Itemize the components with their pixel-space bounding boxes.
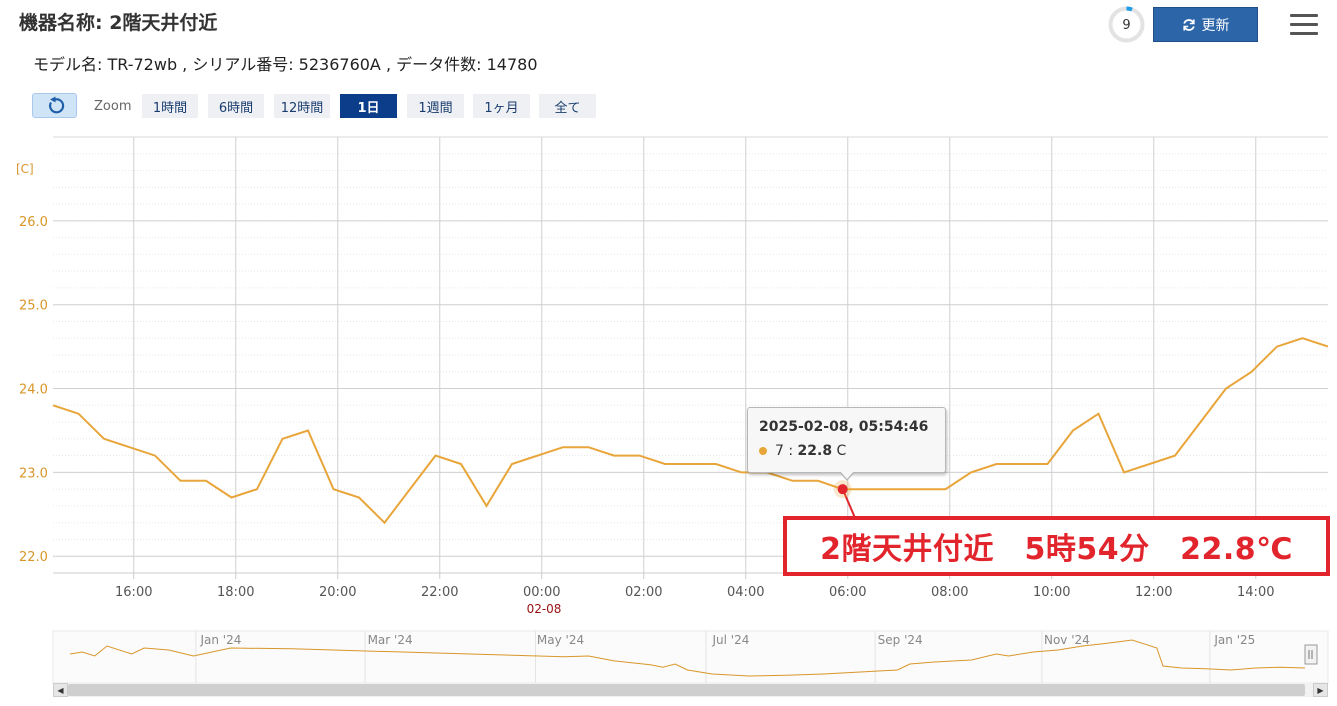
device-info: モデル名: TR-72wb , シリアル番号: 5236760A , データ件数… [33,55,538,74]
reset-zoom-button[interactable] [32,93,77,118]
navigator-tick-label: Jul '24 [712,633,750,647]
tooltip-time: 2025-02-08, 05:54:46 [759,419,929,435]
zoom-all-button[interactable]: 全て [539,94,596,118]
zoom-1w-button[interactable]: 1週間 [407,94,464,118]
tooltip-series: 7 [775,443,784,459]
y-axis-label: [C] [16,162,34,176]
navigator-area [52,630,1329,684]
navigator-tick-label: Jan '25 [1213,633,1255,647]
refresh-icon [1182,18,1195,31]
x-tick-label: 06:00 [829,585,866,600]
date-label: 02-08 [527,602,562,616]
navigator-handle [1304,644,1318,665]
x-tick-label: 14:00 [1237,585,1274,600]
navigator-tick-label: Mar '24 [368,633,413,647]
x-tick-label: 20:00 [319,585,356,600]
annotation-callout: 2階天井付近 5時54分 22.8℃ [783,516,1330,576]
zoom-1d-button[interactable]: 1日 [340,94,397,118]
zoom-12h-button[interactable]: 12時間 [274,94,330,118]
y-tick-label: 26.0 [19,215,48,230]
x-tick-label: 04:00 [727,585,764,600]
reset-zoom-icon [48,96,64,113]
scroll-left-button[interactable]: ◀ [53,683,68,697]
navigator-line [69,639,1306,677]
y-tick-label: 24.0 [19,383,48,398]
scrollbar-thumb[interactable] [68,684,1305,696]
y-tick-label: 23.0 [19,466,48,481]
x-tick-label: 12:00 [1135,585,1172,600]
zoom-1m-button[interactable]: 1ヶ月 [473,94,530,118]
zoom-6h-button[interactable]: 6時間 [208,94,264,118]
tooltip-value: 22.8 [797,443,833,459]
countdown-number: 9 [1122,18,1130,33]
refresh-countdown: 9 [1108,6,1145,43]
x-tick-label: 10:00 [1033,585,1070,600]
x-tick-label: 22:00 [421,585,458,600]
x-tick-label: 16:00 [115,585,152,600]
series-line [52,337,1329,525]
zoom-label: Zoom [94,99,132,114]
hover-marker-halo [833,480,852,499]
navigator-tick-label: Nov '24 [1044,633,1090,647]
x-tick-label: 08:00 [931,585,968,600]
refresh-button[interactable]: 更新 [1153,7,1258,42]
y-tick-label: 22.0 [19,550,48,565]
x-tick-label: 18:00 [217,585,254,600]
series-dot-icon [759,447,767,455]
tooltip-row: 7 : 22.8 C [759,443,846,459]
navigator-tick-label: Sep '24 [878,633,923,647]
hamburger-menu-icon[interactable] [1290,14,1318,38]
navigator-tick-label: May '24 [537,633,584,647]
x-tick-label: 00:00 [523,585,560,600]
tooltip-caret-fill [840,471,854,479]
zoom-1h-button[interactable]: 1時間 [142,94,198,118]
hover-marker [837,484,848,495]
callout-leader [841,488,856,518]
y-tick-label: 25.0 [19,299,48,314]
x-tick-label: 02:00 [625,585,662,600]
scroll-right-button[interactable]: ▶ [1313,683,1328,697]
page-title: 機器名称: 2階天井付近 [19,12,218,34]
tooltip: 2025-02-08, 05:54:46 7 : 22.8 C [747,407,946,473]
temperature-chart: 22.0 23.0 24.0 25.0 26.0 16:00 18:00 20:00 22:0… [16,136,1329,684]
tooltip-unit: C [836,443,847,459]
navigator-tick-label: Jan '24 [199,633,241,647]
refresh-label: 更新 [1201,17,1230,34]
